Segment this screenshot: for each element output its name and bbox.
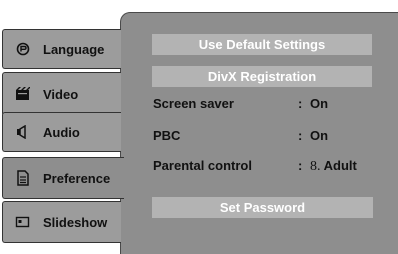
pbc-label: PBC	[153, 128, 181, 143]
use-default-settings-button[interactable]: Use Default Settings	[152, 34, 372, 55]
tab-slideshow-label: Slideshow	[43, 214, 108, 230]
divx-registration-button[interactable]: DivX Registration	[152, 66, 372, 87]
language-icon	[15, 42, 31, 56]
setting-row-parental-control[interactable]: Parental control : 8. Adult	[153, 158, 383, 176]
screen-saver-value: On	[310, 96, 329, 111]
preference-icon	[15, 170, 31, 186]
tab-language-label: Language	[43, 41, 105, 57]
pbc-value: On	[310, 128, 329, 143]
tab-preference-label: Preference	[43, 170, 111, 186]
tab-preference[interactable]: Preference	[2, 157, 124, 199]
tab-slideshow[interactable]: Slideshow	[2, 201, 121, 243]
audio-icon	[15, 125, 31, 139]
separator: :	[298, 96, 303, 111]
parental-control-value: 8. Adult	[310, 158, 357, 175]
setting-row-screen-saver[interactable]: Screen saver : On	[153, 96, 383, 114]
separator: :	[298, 158, 303, 173]
screen-saver-label: Screen saver	[153, 96, 234, 111]
tab-audio[interactable]: Audio	[2, 112, 121, 152]
tab-video[interactable]: Video	[2, 72, 121, 116]
tab-audio-label: Audio	[43, 124, 80, 140]
parental-level-text: Adult	[323, 158, 357, 173]
video-icon	[15, 87, 31, 101]
separator: :	[298, 128, 303, 143]
parental-control-label: Parental control	[153, 158, 252, 173]
parental-level-number: 8.	[310, 159, 321, 174]
tab-language[interactable]: Language	[2, 29, 121, 69]
set-password-button[interactable]: Set Password	[152, 197, 373, 218]
tab-video-label: Video	[43, 86, 79, 102]
slideshow-icon	[15, 215, 31, 229]
setting-row-pbc[interactable]: PBC : On	[153, 128, 383, 146]
